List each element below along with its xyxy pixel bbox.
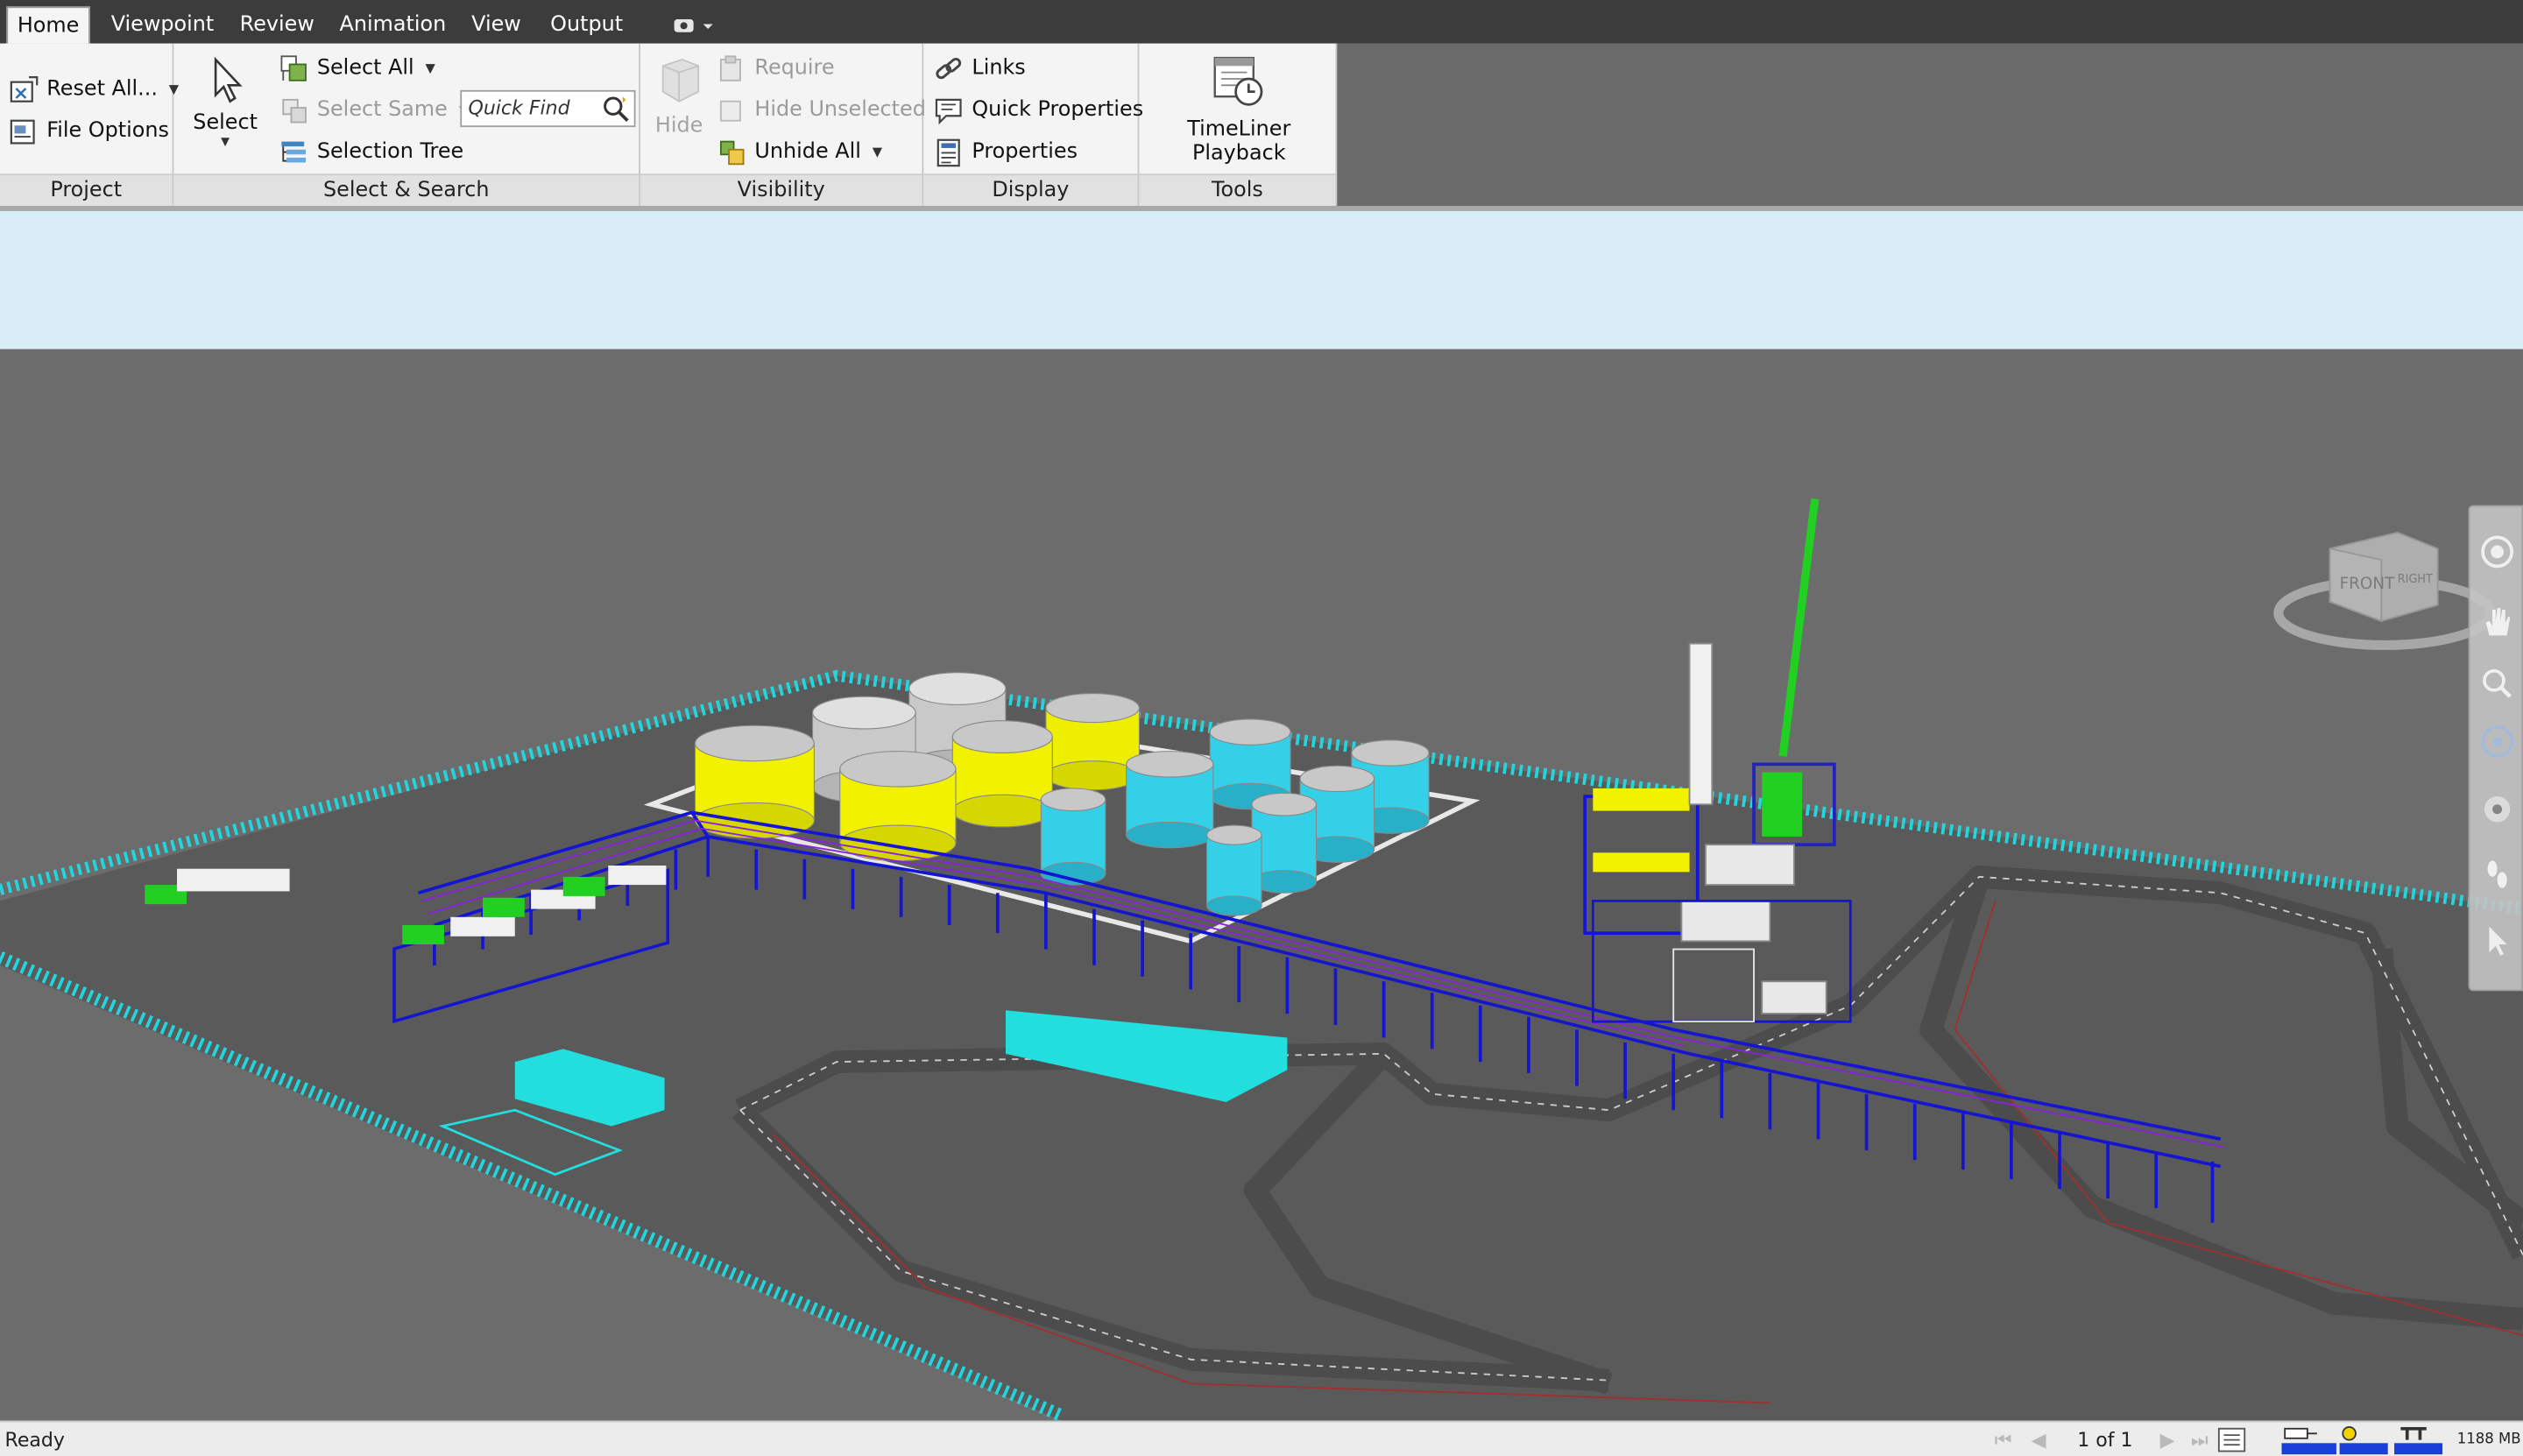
viewcube-right-label[interactable]: RIGHT [2398, 573, 2433, 586]
quick-properties-icon [935, 98, 962, 125]
zoom-icon[interactable] [2478, 664, 2517, 703]
performance-indicator [2281, 1426, 2443, 1455]
scene-viewport[interactable]: FRONT RIGHT [0, 210, 2523, 1421]
select-all-button[interactable]: Select All ▼ [280, 50, 435, 88]
select-icon[interactable] [2478, 922, 2517, 960]
walk-icon[interactable] [2478, 854, 2517, 893]
unhide-all-icon [719, 140, 745, 166]
tab-viewpoint[interactable]: Viewpoint [104, 6, 220, 43]
select-label: Select [193, 110, 258, 136]
look-icon[interactable] [2478, 790, 2517, 829]
panel-select-search: Select ▼ Select All ▼ Select Same ▼ [173, 43, 641, 207]
links-label: Links [972, 56, 1026, 81]
hide-label: Hide [654, 114, 703, 138]
sheet-browser-icon[interactable] [2217, 1427, 2246, 1452]
first-page-icon[interactable]: ⏮ [1992, 1427, 2015, 1452]
timeliner-icon [1213, 56, 1263, 106]
quick-find-placeholder: Quick Find [468, 96, 570, 119]
quick-properties-button[interactable]: Quick Properties [935, 92, 1143, 131]
viewcube[interactable]: FRONT RIGHT [2269, 508, 2502, 661]
file-options-button[interactable]: File Options [10, 113, 169, 152]
ribbon: Reset All... ▼ File Options Project Sele… [0, 43, 1338, 207]
panel-tools: TimeLiner Playback Tools [1139, 43, 1338, 207]
select-all-label: Select All [316, 56, 414, 81]
reset-all-icon [10, 76, 39, 102]
unhide-all-button[interactable]: Unhide All ▼ [717, 133, 882, 172]
scene-3d-model[interactable] [0, 210, 2523, 1421]
navigation-bar [2468, 505, 2523, 992]
select-all-icon [280, 55, 307, 81]
next-page-icon[interactable]: ▶ [2156, 1427, 2179, 1452]
status-ready-text: Ready [4, 1428, 65, 1452]
panel-title-display: Display [923, 173, 1138, 207]
require-icon [719, 55, 741, 81]
quick-properties-label: Quick Properties [972, 98, 1144, 123]
tank-cyan-7 [1206, 824, 1262, 916]
tab-output[interactable]: Output [544, 6, 630, 43]
tab-review[interactable]: Review [233, 6, 321, 43]
tank-cyan-6 [1040, 788, 1106, 886]
prev-page-icon[interactable]: ◀ [2027, 1427, 2050, 1452]
chevron-down-icon: ▼ [221, 135, 230, 148]
hide-unselected-button[interactable]: Hide Unselected [717, 92, 926, 131]
file-options-icon [10, 119, 35, 145]
properties-icon [936, 138, 960, 167]
timeliner-playback-button[interactable]: TimeLiner Playback [1142, 53, 1335, 166]
quick-find-input[interactable]: Quick Find [460, 89, 636, 128]
selection-tree-button[interactable]: Selection Tree [280, 133, 464, 172]
panel-title-tools: Tools [1139, 173, 1336, 207]
panel-display: Links Quick Properties Properties Displa… [923, 43, 1143, 207]
hide-icon [661, 58, 700, 102]
link-icon [936, 57, 962, 80]
selection-tree-label: Selection Tree [316, 139, 464, 165]
tank-cyan-3 [1126, 751, 1214, 849]
status-bar: Ready ⏮ ◀ 1 of 1 ▶ ⏭ 1188 MB [0, 1420, 2523, 1456]
hide-unselected-label: Hide Unselected [754, 98, 926, 123]
orbit-icon[interactable] [2478, 723, 2517, 761]
select-same-label: Select Same [316, 98, 448, 123]
ribbon-display-options-icon[interactable] [671, 15, 716, 38]
file-options-label: File Options [46, 118, 169, 144]
tab-view[interactable]: View [465, 6, 527, 43]
properties-label: Properties [972, 139, 1078, 165]
timeliner-playback-label: TimeLiner Playback [1187, 117, 1291, 166]
hide-unselected-icon [719, 100, 741, 122]
selection-tree-icon [281, 141, 306, 163]
links-button[interactable]: Links [935, 50, 1026, 88]
ribbon-empty-area [1337, 43, 2523, 207]
panel-visibility: Hide Require Hide Unselected Unhide All … [640, 43, 926, 207]
reset-all-label: Reset All... [46, 77, 158, 102]
select-same-icon [282, 98, 307, 124]
viewcube-front-label[interactable]: FRONT [2340, 575, 2396, 593]
tab-home[interactable]: Home [6, 6, 90, 44]
panel-project: Reset All... ▼ File Options Project [0, 43, 179, 207]
select-button[interactable]: Select ▼ [183, 56, 267, 148]
panel-title-visibility: Visibility [640, 173, 922, 207]
chevron-down-icon: ▼ [872, 145, 883, 159]
hide-button[interactable]: Hide [647, 53, 710, 138]
tab-animation[interactable]: Animation [333, 6, 452, 43]
reset-all-button[interactable]: Reset All... ▼ [10, 71, 179, 110]
tank-yellow-1 [1045, 692, 1140, 791]
last-page-icon[interactable]: ⏭ [2188, 1427, 2211, 1452]
require-button[interactable]: Require [717, 50, 835, 88]
memory-usage: 1188 MB [2456, 1431, 2521, 1448]
unhide-all-label: Unhide All [754, 139, 861, 165]
steering-wheel-icon[interactable] [2478, 533, 2517, 571]
properties-button[interactable]: Properties [935, 133, 1078, 172]
page-indicator: 1 of 1 [2077, 1428, 2133, 1452]
sky-background [0, 210, 2523, 351]
require-label: Require [754, 56, 835, 81]
tank-yellow-4 [839, 751, 957, 862]
chevron-down-icon: ▼ [425, 60, 435, 76]
search-icon[interactable] [602, 95, 631, 124]
panel-title-project: Project [0, 173, 173, 207]
panel-title-select-search: Select & Search [173, 173, 640, 207]
pan-icon[interactable] [2478, 604, 2517, 642]
tank-yellow-3 [951, 720, 1053, 828]
cursor-arrow-icon [214, 56, 243, 103]
select-same-button[interactable]: Select Same ▼ [280, 92, 469, 131]
ribbon-tab-bar: Home Viewpoint Review Animation View Out… [0, 0, 2523, 44]
